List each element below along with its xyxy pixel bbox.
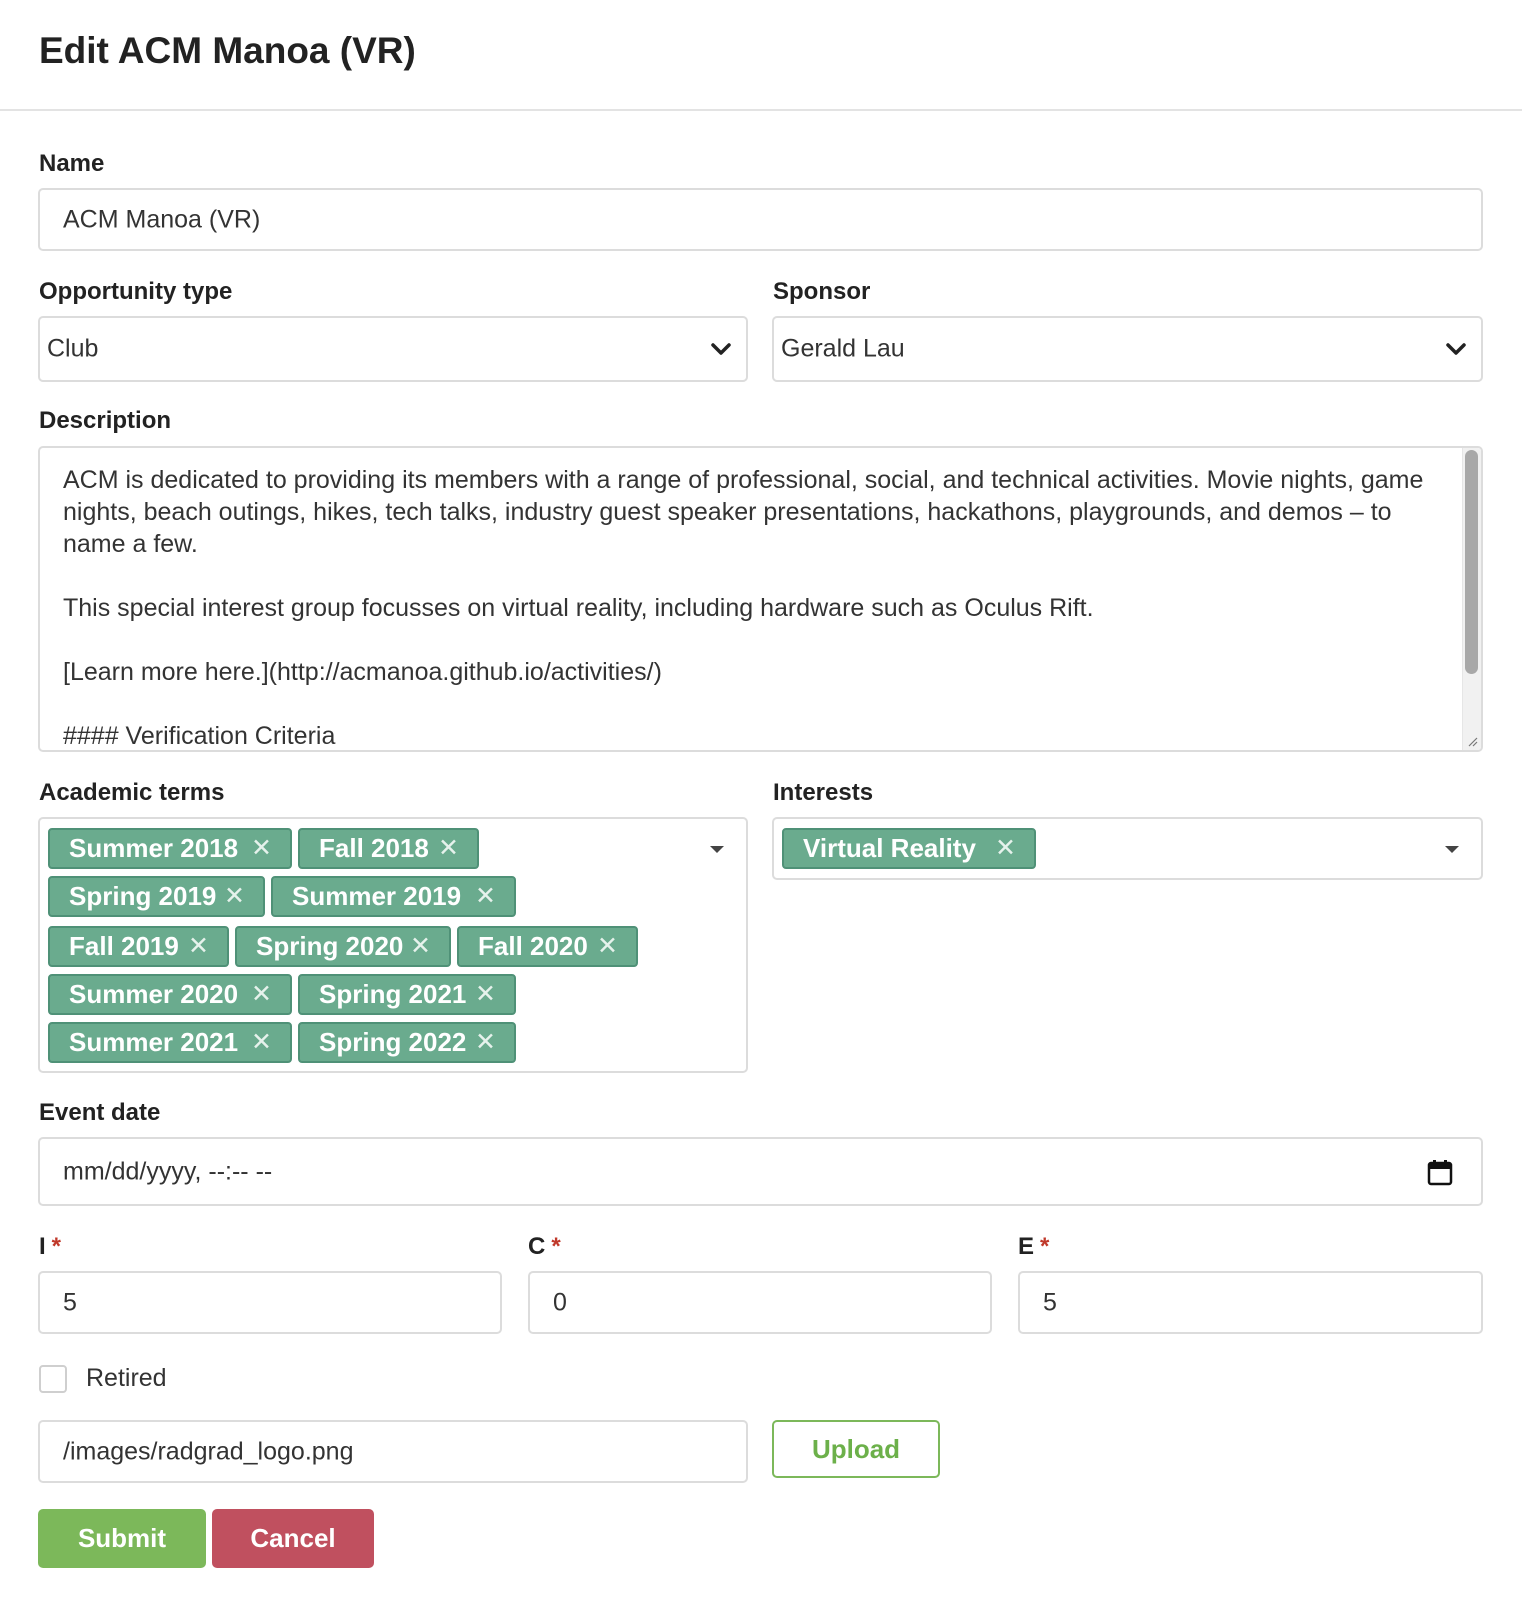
academic-terms-label: Academic terms [39,779,225,806]
term-tag: Spring 2020 ✕ [235,926,451,967]
remove-tag-icon[interactable]: ✕ [475,878,496,915]
retired-label: Retired [86,1364,167,1392]
remove-tag-icon[interactable]: ✕ [251,830,272,867]
e-label: E * [1018,1233,1050,1260]
chevron-down-icon [1446,343,1466,355]
interests-label: Interests [773,779,874,806]
term-tag: Spring 2022 ✕ [298,1022,516,1063]
event-date-label: Event date [39,1099,161,1126]
remove-tag-icon[interactable]: ✕ [597,928,618,965]
description-scrollbar[interactable] [1462,448,1481,750]
sponsor-label: Sponsor [773,278,871,305]
sponsor-value: Gerald Lau [781,334,905,363]
opportunity-type-label: Opportunity type [39,278,233,305]
remove-tag-icon[interactable]: ✕ [995,830,1016,867]
name-value: ACM Manoa (VR) [63,205,261,233]
remove-tag-icon[interactable]: ✕ [251,976,272,1013]
calendar-icon[interactable] [1427,1159,1453,1186]
academic-terms-multiselect[interactable]: Summer 2018 ✕ Fall 2018 ✕ Spring 2019 ✕ Sum… [38,817,748,1073]
i-input[interactable]: 5 [38,1271,502,1334]
term-tag: Spring 2019 ✕ [48,876,265,917]
dropdown-caret-icon[interactable] [1445,846,1459,853]
c-input[interactable]: 0 [528,1271,992,1334]
remove-tag-icon[interactable]: ✕ [438,830,459,867]
term-tag: Summer 2021 ✕ [48,1022,292,1063]
e-value: 5 [1043,1288,1057,1316]
term-tag: Fall 2019 ✕ [48,926,229,967]
dialog-header: Edit ACM Manoa (VR) [0,0,1522,111]
remove-tag-icon[interactable]: ✕ [188,928,209,965]
description-label: Description [39,407,172,434]
name-label: Name [39,150,105,177]
remove-tag-icon[interactable]: ✕ [475,976,496,1013]
chevron-down-icon [711,343,731,355]
upload-button[interactable]: Upload [772,1420,940,1478]
required-marker: * [551,1233,561,1260]
cancel-button[interactable]: Cancel [212,1509,374,1568]
e-input[interactable]: 5 [1018,1271,1483,1334]
term-tag: Summer 2020 ✕ [48,974,292,1015]
i-label: I * [39,1233,62,1260]
description-text: ACM is dedicated to providing its member… [63,466,1424,750]
submit-button[interactable]: Submit [38,1509,206,1568]
i-value: 5 [63,1288,77,1316]
remove-tag-icon[interactable]: ✕ [251,1024,272,1061]
term-tag: Fall 2018 ✕ [298,828,479,869]
description-textarea[interactable]: ACM is dedicated to providing its member… [38,446,1483,752]
sponsor-select[interactable]: Gerald Lau [772,316,1483,382]
required-marker: * [1040,1233,1050,1260]
term-tag: Fall 2020 ✕ [457,926,638,967]
resize-grip-icon[interactable] [1467,736,1478,747]
opportunity-type-value: Club [47,334,99,363]
remove-tag-icon[interactable]: ✕ [475,1024,496,1061]
c-label: C * [528,1233,561,1260]
event-date-placeholder: mm/dd/yyyy, --:-- -- [63,1157,273,1185]
c-value: 0 [553,1288,567,1316]
name-input[interactable]: ACM Manoa (VR) [38,188,1483,251]
picture-url-input[interactable]: /images/radgrad_logo.png [38,1420,748,1483]
remove-tag-icon[interactable]: ✕ [224,878,245,915]
dropdown-caret-icon[interactable] [710,846,724,853]
scrollbar-thumb[interactable] [1465,450,1478,674]
picture-url-value: /images/radgrad_logo.png [63,1437,354,1465]
interests-multiselect[interactable]: Virtual Reality ✕ [772,817,1483,880]
dialog-title: Edit ACM Manoa (VR) [39,30,416,71]
remove-tag-icon[interactable]: ✕ [410,928,431,965]
interest-tag: Virtual Reality ✕ [782,828,1036,869]
term-tag: Summer 2019 ✕ [271,876,516,917]
term-tag: Summer 2018 ✕ [48,828,292,869]
opportunity-type-select[interactable]: Club [38,316,748,382]
term-tag: Spring 2021 ✕ [298,974,516,1015]
retired-checkbox[interactable] [39,1365,67,1393]
event-date-input[interactable]: mm/dd/yyyy, --:-- -- [38,1137,1483,1206]
required-marker: * [51,1233,62,1260]
